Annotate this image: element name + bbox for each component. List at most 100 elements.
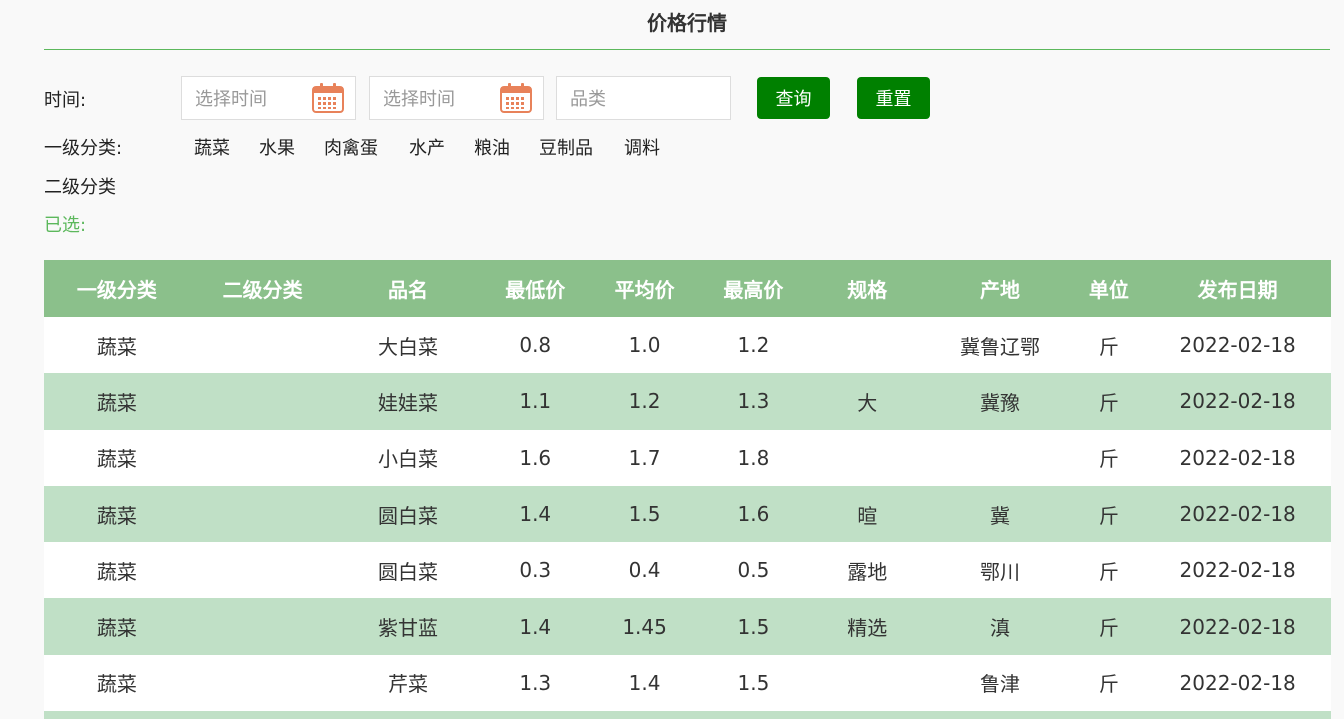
table-cell: 1.5 — [737, 614, 770, 639]
price-table: 一级分类 二级分类 品名 最低价 平均价 最高价 规格 产地 单位 发布日期 蔬… — [44, 260, 1331, 719]
table-cell: 1.4 — [628, 670, 661, 695]
table-cell: 1.0 — [628, 333, 661, 358]
table-cell: 鄂川 — [980, 559, 1021, 584]
category-placeholder: 品类 — [570, 89, 606, 110]
table-cell: 2022-02-18 — [1179, 333, 1296, 358]
category-link-soy-products[interactable]: 豆制品 — [539, 134, 593, 160]
table-cell: 2022-02-18 — [1179, 558, 1296, 583]
table-cell: 2022-02-18 — [1179, 502, 1296, 527]
page-title: 价格行情 — [44, 0, 1330, 50]
column-header: 单位 — [1088, 278, 1129, 302]
category-link-meat-poultry-egg[interactable]: 肉禽蛋 — [324, 134, 378, 160]
table-cell: 斤 — [1098, 503, 1119, 528]
table-cell: 蔬菜 — [96, 559, 137, 584]
table-cell: 2022-02-18 — [1179, 389, 1296, 414]
table-cell: 0.4 — [628, 558, 661, 583]
end-date-input[interactable]: 选择时间 — [369, 76, 544, 120]
column-header: 产地 — [980, 278, 1021, 302]
table-cell: 2022-02-18 — [1179, 614, 1296, 639]
category-link-aquatic[interactable]: 水产 — [409, 134, 445, 160]
table-cell: 1.3 — [519, 670, 552, 695]
column-header: 品名 — [387, 278, 428, 302]
table-row: 蔬菜 圆白菜 0.3 0.4 0.5 露地 鄂川 斤 2022-02-18 — [44, 542, 1331, 599]
table-cell: 1.2 — [628, 389, 661, 414]
level2-category-label: 二级分类 — [44, 177, 116, 198]
table-cell: 1.5 — [628, 502, 661, 527]
table-cell: 圆白菜 — [377, 559, 438, 584]
table-cell: 1.7 — [628, 445, 661, 470]
table-cell: 蔬菜 — [96, 503, 137, 528]
query-button[interactable]: 查询 — [757, 77, 830, 119]
table-row: 蔬菜 大白菜 0.8 1.0 1.2 冀鲁辽鄂 斤 2022-02-18 — [44, 317, 1331, 374]
table-cell: 1.3 — [737, 389, 770, 414]
start-date-input[interactable]: 选择时间 — [181, 76, 356, 120]
column-header: 规格 — [847, 278, 888, 302]
table-cell: 蔬菜 — [96, 334, 137, 359]
table-cell: 鲁津 — [980, 672, 1021, 697]
table-cell: 精选 — [847, 616, 888, 641]
table-cell: 斤 — [1098, 447, 1119, 472]
table-cell: 冀 — [990, 503, 1011, 528]
table-cell: 2022-02-18 — [1179, 445, 1296, 470]
table-cell: 露地 — [847, 559, 888, 584]
table-cell: 圆白菜 — [377, 503, 438, 528]
table-cell: 0.5 — [737, 558, 770, 583]
table-cell: 斤 — [1098, 672, 1119, 697]
table-cell: 1.45 — [622, 614, 667, 639]
category-link-grain-oil[interactable]: 粮油 — [474, 134, 510, 160]
category-link-fruit[interactable]: 水果 — [259, 134, 295, 160]
table-cell: 1.4 — [519, 502, 552, 527]
table-row: 蔬菜 小白菜 1.6 1.7 1.8 斤 2022-02-18 — [44, 429, 1331, 486]
table-cell: 暄 — [857, 503, 878, 528]
column-header: 平均价 — [614, 278, 675, 302]
table-cell: 斤 — [1098, 390, 1119, 415]
table-cell: 1.8 — [737, 445, 770, 470]
category-input[interactable]: 品类 — [556, 76, 731, 120]
selected-label: 已选: — [44, 215, 87, 236]
table-cell: 紫甘蓝 — [377, 616, 438, 641]
table-cell: 大白菜 — [377, 334, 438, 359]
table-row: 蔬菜 圆白菜 1.4 1.5 1.6 暄 冀 斤 2022-02-18 — [44, 485, 1331, 543]
table-cell: 0.8 — [519, 333, 552, 358]
table-cell: 2022-02-18 — [1179, 670, 1296, 695]
level1-category-label: 一级分类: — [44, 138, 123, 159]
table-cell: 斤 — [1098, 616, 1119, 641]
table-cell: 蔬菜 — [96, 390, 137, 415]
reset-button[interactable]: 重置 — [857, 77, 930, 119]
table-cell: 1.5 — [737, 670, 770, 695]
column-header: 发布日期 — [1197, 278, 1278, 302]
table-cell: 1.6 — [737, 502, 770, 527]
start-date-placeholder: 选择时间 — [195, 89, 267, 110]
end-date-placeholder: 选择时间 — [383, 89, 455, 110]
table-cell: 蔬菜 — [96, 616, 137, 641]
table-row: 蔬菜 紫甘蓝 1.4 1.45 1.5 精选 滇 斤 2022-02-18 — [44, 598, 1331, 655]
table-cell: 芹菜 — [387, 672, 428, 697]
table-cell: 1.1 — [519, 389, 552, 414]
table-cell: 小白菜 — [377, 447, 438, 472]
table-cell: 娃娃菜 — [377, 390, 438, 415]
table-header-row: 一级分类 二级分类 品名 最低价 平均价 最高价 规格 产地 单位 发布日期 — [44, 260, 1331, 317]
table-cell: 冀豫 — [980, 390, 1021, 415]
table-cell: 蔬菜 — [96, 447, 137, 472]
table-cell: 冀鲁辽鄂 — [960, 334, 1041, 359]
table-cell: 1.2 — [737, 333, 770, 358]
table-cell: 滇 — [990, 616, 1011, 641]
table-row: 蔬菜 芹菜 1.3 1.4 1.5 鲁津 斤 2022-02-18 — [44, 654, 1331, 712]
calendar-icon[interactable] — [499, 82, 533, 114]
column-header: 二级分类 — [222, 278, 303, 302]
calendar-icon[interactable] — [311, 82, 345, 114]
table-row-partial — [44, 711, 1331, 719]
table-cell: 1.4 — [519, 614, 552, 639]
column-header: 最高价 — [723, 278, 784, 302]
table-cell: 斤 — [1098, 559, 1119, 584]
table-cell: 大 — [857, 390, 878, 415]
column-header: 一级分类 — [76, 278, 157, 302]
table-row: 蔬菜 娃娃菜 1.1 1.2 1.3 大 冀豫 斤 2022-02-18 — [44, 373, 1331, 430]
category-link-seasoning[interactable]: 调料 — [624, 134, 660, 160]
category-link-vegetables[interactable]: 蔬菜 — [194, 134, 230, 160]
table-cell: 蔬菜 — [96, 672, 137, 697]
table-cell: 斤 — [1098, 334, 1119, 359]
column-header: 最低价 — [505, 278, 566, 302]
time-label: 时间: — [44, 90, 87, 111]
table-cell: 1.6 — [519, 445, 552, 470]
